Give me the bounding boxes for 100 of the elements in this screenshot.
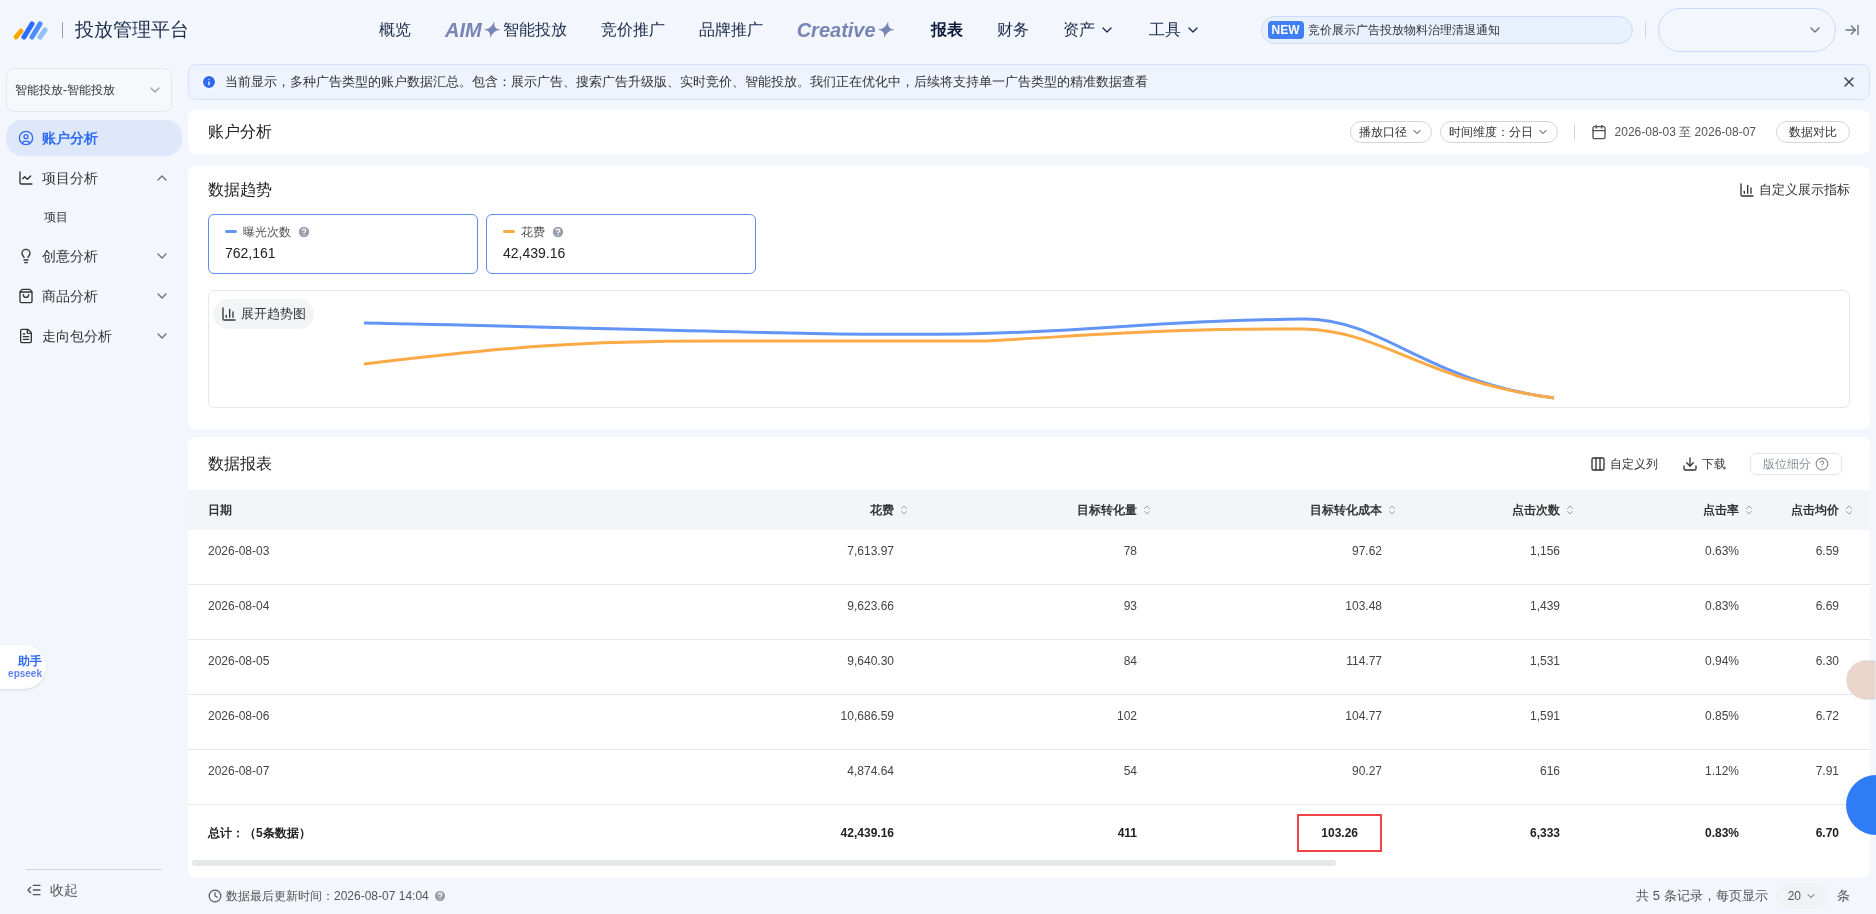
toolbar-button[interactable]: 自定义列 — [1590, 454, 1658, 473]
info-icon — [201, 73, 217, 90]
total-cell-text: 0.83% — [1704, 824, 1739, 842]
date-range-picker[interactable]: 2026-08-03 至 2026-08-07 — [1590, 122, 1756, 141]
metric-card[interactable]: 花费 42,439.16 — [486, 213, 756, 274]
collapse-button[interactable]: 收起 — [6, 870, 182, 910]
collapse-icon — [26, 882, 42, 898]
help-icon[interactable] — [432, 889, 447, 904]
table-cell-text: 4,874.64 — [847, 763, 894, 781]
sort-icon[interactable] — [1743, 504, 1755, 517]
sort-icon[interactable] — [898, 504, 910, 517]
nav-tab[interactable]: 财务 — [996, 18, 1029, 42]
section-title: 数据趋势 — [208, 179, 273, 200]
metric-value: 42,439.16 — [503, 243, 567, 263]
pagination-summary: 共 5 条记录，每页显示 — [1636, 887, 1768, 906]
table-cell-text: 10,686.59 — [840, 708, 894, 726]
table-cell-text: 2026-08-06 — [208, 708, 270, 726]
sidebar-item[interactable]: 创意分析 — [6, 238, 182, 274]
help-icon[interactable] — [297, 224, 311, 239]
section-title: 数据报表 — [208, 453, 273, 474]
clock-icon — [208, 889, 222, 904]
nav-tab[interactable]: 竞价推广 — [600, 18, 665, 42]
banner-text: 当前显示，多种广告类型的账户数据汇总。包含：展示广告、搜索广告升级版、实时竞价、智能投放。我们正在优化中，后续将支持单一广告类型的精准数据查看 — [225, 73, 1149, 92]
column-header[interactable]: 点击次数 — [1512, 501, 1560, 520]
table-cell-text: 2026-08-04 — [208, 598, 270, 616]
page-title: 账户分析 — [208, 121, 273, 142]
column-header[interactable]: 日期 — [208, 501, 232, 520]
bar-chart-icon — [1739, 181, 1755, 198]
table-cell-text: 103.48 — [1345, 598, 1382, 616]
column-header[interactable]: 点击率 — [1703, 501, 1739, 520]
expand-chart-button[interactable]: 展开趋势图 — [213, 298, 314, 329]
update-time: 数据最后更新时间：2026-08-07 14:04 — [226, 888, 429, 906]
pagination-unit: 条 — [1837, 887, 1850, 906]
total-cell-text: 6.70 — [1815, 824, 1839, 842]
nav-tab[interactable]: 资产 — [1062, 18, 1115, 42]
metric-name: 花费 — [521, 223, 545, 241]
sort-icon[interactable] — [1564, 504, 1576, 517]
customize-metrics-button[interactable]: 自定义展示指标 — [1739, 180, 1850, 200]
table-cell-text: 93 — [1123, 598, 1137, 616]
table-cell-text: 1,156 — [1529, 543, 1560, 561]
metric-card[interactable]: 曝光次数 762,161 — [208, 213, 478, 274]
nav-tab[interactable]: 报表 — [930, 18, 963, 42]
notice-text: 竞价展示广告投放物料治理清退通知 — [1307, 22, 1500, 39]
table-cell-text: 7.91 — [1815, 763, 1839, 781]
calendar-icon — [1590, 123, 1607, 140]
expand-icon[interactable] — [1843, 22, 1860, 38]
column-header[interactable]: 花费 — [870, 501, 894, 520]
download-icon — [1682, 455, 1698, 472]
sidebar-item[interactable]: 账户分析 — [6, 120, 182, 156]
table-cell-text: 616 — [1539, 763, 1560, 781]
app-title: 投放管理平台 — [75, 17, 189, 42]
column-header[interactable]: 点击均价 — [1791, 501, 1839, 520]
table-cell-text: 0.83% — [1704, 598, 1739, 616]
nav-tab[interactable]: 工具 — [1148, 18, 1201, 42]
table-cell-text: 54 — [1123, 763, 1137, 781]
table-cell-text: 2026-08-07 — [208, 763, 270, 781]
notice-bar[interactable]: NEW 竞价展示广告投放物料治理清退通知 — [1260, 16, 1633, 44]
table-cell-text: 1,439 — [1529, 598, 1560, 616]
sidebar-item[interactable]: 走向包分析 — [6, 318, 182, 354]
table-cell-text: 6.69 — [1815, 598, 1839, 616]
columns-icon — [1590, 455, 1606, 472]
metric-value: 762,161 — [225, 243, 277, 263]
table-cell-text: 0.85% — [1704, 708, 1739, 726]
total-cell-text: 42,439.16 — [840, 824, 894, 842]
table-cell-text: 6.30 — [1815, 653, 1839, 671]
sort-icon[interactable] — [1843, 504, 1855, 517]
nav-tab[interactable]: 品牌推广 — [698, 18, 763, 42]
sidebar-item[interactable]: 项目分析 — [6, 160, 182, 196]
total-cell-text: 411 — [1117, 824, 1137, 842]
table-cell-text: 6.72 — [1815, 708, 1839, 726]
table-cell-text: 2026-08-05 — [208, 653, 270, 671]
table-cell-text: 7,613.97 — [847, 543, 894, 561]
logo-icon — [12, 19, 50, 41]
column-header[interactable]: 目标转化成本 — [1310, 501, 1382, 520]
bar-chart-icon — [221, 305, 237, 322]
table-cell-text: 114.77 — [1346, 653, 1382, 671]
horizontal-scrollbar[interactable] — [192, 860, 1336, 867]
table-cell-text: 104.77 — [1345, 708, 1382, 726]
table-cell-text: 97.62 — [1351, 543, 1382, 561]
account-type-select[interactable]: 智能投放-智能投放 — [6, 68, 172, 112]
nav-tab[interactable]: AIM✦ 智能投放 — [445, 15, 567, 45]
table-cell-text: 2026-08-03 — [208, 543, 270, 561]
assistant-widget[interactable]: 助手 epseek — [0, 645, 46, 689]
sort-icon[interactable] — [1386, 504, 1398, 517]
table-cell-text: 84 — [1123, 653, 1137, 671]
sort-icon[interactable] — [1141, 504, 1153, 517]
help-icon — [1815, 456, 1829, 471]
total-cell-text: 总计：（5条数据） — [208, 824, 311, 842]
sidebar-subitem[interactable]: 项目 — [6, 200, 182, 234]
nav-tab[interactable]: 概览 — [379, 18, 411, 42]
table-cell-text: 0.94% — [1704, 653, 1739, 671]
help-icon[interactable] — [551, 224, 565, 239]
page-size-select[interactable]: 20 — [1775, 883, 1829, 910]
toolbar-button[interactable]: 下载 — [1682, 454, 1726, 473]
table-cell-text: 9,640.30 — [847, 653, 894, 671]
table-cell-text: 1,531 — [1529, 653, 1560, 671]
total-cell: 103.26 — [1297, 813, 1382, 852]
sidebar-item[interactable]: 商品分析 — [6, 278, 182, 314]
table-cell-text: 1.12% — [1704, 763, 1739, 781]
column-header[interactable]: 目标转化量 — [1077, 501, 1137, 520]
